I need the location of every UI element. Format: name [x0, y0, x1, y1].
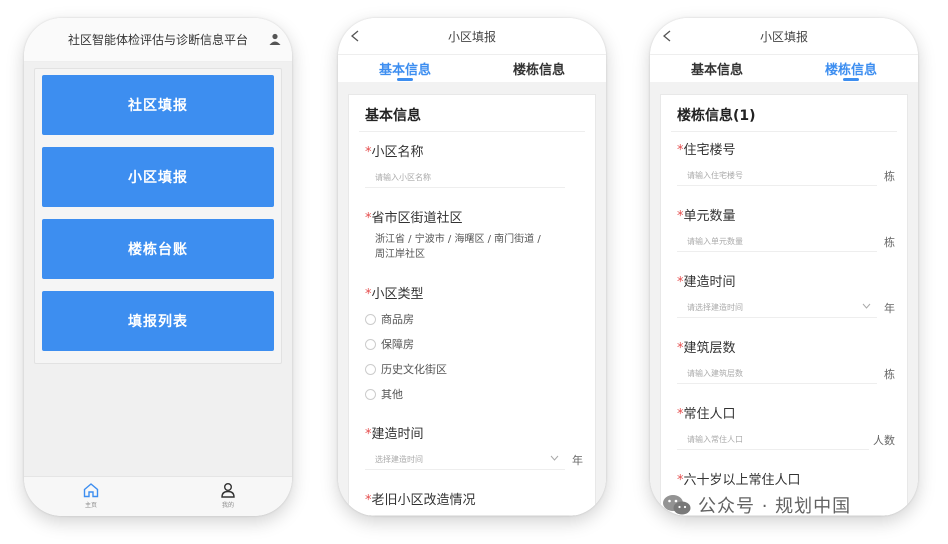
field-label: *省市区街道社区 [365, 211, 463, 226]
placeholder: 请输入小区名称 [375, 173, 431, 182]
section-title: 楼栋信息(1) [677, 108, 756, 124]
resident-population-input[interactable]: 请输入常住人口 人数 [677, 430, 895, 450]
watermark: 公众号 · 规划中国 [662, 492, 851, 518]
building-info-screen: 小区填报 基本信息 楼栋信息 楼栋信息(1) *住宅楼号 请输入住宅楼号 栋 *… [650, 18, 918, 516]
home-body: 社区填报 小区填报 楼栋台账 填报列表 [24, 62, 292, 476]
field-label: *常住人口 [677, 407, 736, 422]
region-line-1: 浙江省 / 宁波市 / 海曙区 / 南门街道 / [375, 234, 541, 245]
tab-building-info[interactable]: 楼栋信息 [472, 55, 606, 82]
tab-home-label: 主页 [84, 502, 97, 509]
tab-mine-label: 我的 [221, 502, 234, 509]
placeholder: 请输入住宅楼号 [687, 171, 743, 180]
unit-label: 人数 [873, 434, 895, 447]
region-line-2: 周江岸社区 [375, 249, 425, 260]
nav-title: 小区填报 [447, 29, 496, 44]
form-area: 基本信息 *小区名称 请输入小区名称 *省市区街道社区 浙江省 / 宁波市 / … [338, 82, 606, 516]
form-card: 基本信息 *小区名称 请输入小区名称 *省市区街道社区 浙江省 / 宁波市 / … [348, 94, 596, 516]
building-ledger-button[interactable]: 楼栋台账 [42, 219, 274, 279]
field-neighborhood-name: *小区名称 请输入小区名称 [365, 141, 585, 188]
field-resident-population: *常住人口 请输入常住人口 人数 [677, 403, 897, 450]
divider [359, 131, 585, 132]
field-build-time: *建造时间 选择建造时间 年 [365, 423, 585, 470]
unit-label: 年 [572, 454, 583, 467]
radio-option[interactable]: 其他 [365, 386, 585, 402]
app-header: 社区智能体检评估与诊断信息平台 [24, 18, 292, 62]
unit-label: 年 [884, 302, 895, 315]
app-title: 社区智能体检评估与诊断信息平台 [67, 33, 248, 47]
field-floors: *建筑层数 请输入建筑层数 栋 [677, 337, 897, 384]
field-label: *建筑层数 [677, 341, 736, 356]
radio-circle-icon [365, 388, 376, 400]
field-label: *老旧小区改造情况 [365, 493, 476, 508]
form-area: 楼栋信息(1) *住宅楼号 请输入住宅楼号 栋 *单元数量 请输入单元数量 栋 … [650, 82, 918, 516]
nav-bar: 小区填报 [650, 18, 918, 54]
region-selector[interactable]: 浙江省 / 宁波市 / 海曙区 / 南门街道 / 周江岸社区 [365, 232, 585, 262]
unit-label: 栋 [884, 236, 895, 249]
basic-info-screen: 小区填报 基本信息 楼栋信息 基本信息 *小区名称 请输入小区名称 *省市区街道… [338, 18, 606, 516]
person-icon [221, 483, 235, 498]
tab-home[interactable]: 主页 [71, 481, 111, 509]
neighborhood-name-input[interactable]: 请输入小区名称 [365, 168, 565, 188]
floors-input[interactable]: 请输入建筑层数 栋 [677, 364, 895, 384]
field-label: *小区名称 [365, 145, 424, 160]
radio-circle-icon [365, 338, 376, 350]
community-report-button[interactable]: 社区填报 [42, 75, 274, 135]
field-label: *建造时间 [677, 275, 736, 290]
placeholder: 请输入单元数量 [687, 237, 743, 246]
back-icon[interactable] [350, 30, 360, 42]
nav-bar: 小区填报 [338, 18, 606, 54]
placeholder: 请输入建筑层数 [687, 369, 743, 378]
home-icon [83, 483, 99, 498]
build-time-picker[interactable]: 选择建造时间 年 [365, 450, 583, 470]
chevron-down-icon [862, 303, 871, 309]
field-build-time: *建造时间 请选择建造时间 年 [677, 271, 897, 318]
neighborhood-report-button[interactable]: 小区填报 [42, 147, 274, 207]
radio-option[interactable]: 商品房 [365, 311, 585, 327]
menu-card: 社区填报 小区填报 楼栋台账 填报列表 [34, 68, 282, 364]
tab-building-info[interactable]: 楼栋信息 [784, 55, 918, 82]
divider [671, 131, 897, 132]
placeholder: 选择建造时间 [375, 455, 423, 464]
building-number-input[interactable]: 请输入住宅楼号 栋 [677, 166, 895, 186]
field-label: *六十岁以上常住人口 [677, 473, 801, 488]
home-screen: 社区智能体检评估与诊断信息平台 社区填报 小区填报 楼栋台账 填报列表 主页 我… [24, 18, 292, 516]
field-neighborhood-type: *小区类型 商品房 保障房 历史文化街区 其他 [365, 283, 585, 402]
field-region: *省市区街道社区 浙江省 / 宁波市 / 海曙区 / 南门街道 / 周江岸社区 [365, 207, 585, 262]
unit-label: 栋 [884, 170, 895, 183]
form-tabs: 基本信息 楼栋信息 [338, 54, 606, 82]
placeholder: 请选择建造时间 [687, 303, 743, 312]
report-list-button[interactable]: 填报列表 [42, 291, 274, 351]
chevron-down-icon [550, 455, 559, 461]
radio-option[interactable]: 保障房 [365, 336, 585, 352]
placeholder: 请输入常住人口 [687, 435, 743, 444]
field-renovation: *老旧小区改造情况 [365, 489, 585, 508]
field-elderly-population: *六十岁以上常住人口 [677, 469, 897, 488]
radio-circle-icon [365, 363, 376, 375]
tab-mine[interactable]: 我的 [208, 481, 248, 509]
field-unit-count: *单元数量 请输入单元数量 栋 [677, 205, 897, 252]
field-label: *单元数量 [677, 209, 736, 224]
user-icon[interactable] [268, 32, 282, 46]
radio-circle-icon [365, 313, 376, 325]
tab-basic-info[interactable]: 基本信息 [338, 55, 472, 82]
watermark-text: 公众号 · 规划中国 [698, 496, 852, 517]
unit-label: 栋 [884, 368, 895, 381]
field-label: *小区类型 [365, 287, 424, 302]
field-label: *住宅楼号 [677, 143, 736, 158]
field-building-number: *住宅楼号 请输入住宅楼号 栋 [677, 139, 897, 186]
bottom-tabbar: 主页 我的 [24, 476, 292, 516]
build-time-picker[interactable]: 请选择建造时间 年 [677, 298, 895, 318]
form-card: 楼栋信息(1) *住宅楼号 请输入住宅楼号 栋 *单元数量 请输入单元数量 栋 … [660, 94, 908, 516]
field-label: *建造时间 [365, 427, 424, 442]
unit-count-input[interactable]: 请输入单元数量 栋 [677, 232, 895, 252]
radio-option[interactable]: 历史文化街区 [365, 361, 585, 377]
back-icon[interactable] [662, 30, 672, 42]
form-tabs: 基本信息 楼栋信息 [650, 54, 918, 82]
wechat-icon [663, 495, 691, 515]
nav-title: 小区填报 [759, 29, 808, 44]
tab-basic-info[interactable]: 基本信息 [650, 55, 784, 82]
section-title: 基本信息 [365, 108, 421, 124]
